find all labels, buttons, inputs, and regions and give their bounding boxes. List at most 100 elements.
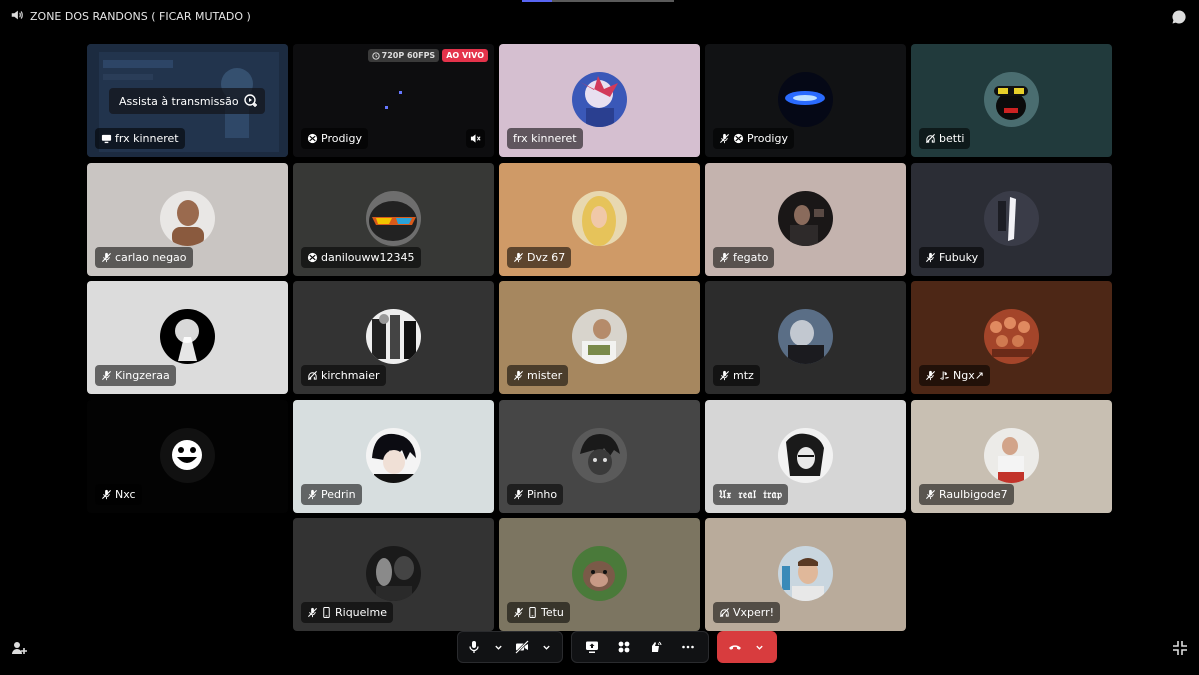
participant-name: kirchmaier	[321, 369, 380, 382]
camera-button[interactable]	[510, 635, 534, 659]
participant-name-tag: Pinho	[507, 484, 564, 505]
participant-tile[interactable]: fegato	[705, 163, 906, 276]
participant-name: carlao negao	[115, 251, 187, 264]
avatar	[984, 309, 1039, 364]
microphone-options-button[interactable]	[486, 635, 510, 659]
muted-mic-icon	[513, 370, 524, 381]
avatar	[984, 191, 1039, 246]
channel-name: ZONE DOS RANDONS ( FICAR MUTADO )	[30, 10, 251, 23]
participant-tile[interactable]: Riquelme	[293, 518, 494, 631]
participant-tile[interactable]: Fubuky	[911, 163, 1112, 276]
participant-name-tag: Raulbigode7	[919, 484, 1014, 505]
muted-mic-icon	[513, 252, 524, 263]
participant-name: Prodigy	[321, 132, 362, 145]
muted-mic-icon	[513, 607, 524, 618]
avatar	[778, 309, 833, 364]
participant-tile[interactable]: Kingzeraa	[87, 281, 288, 394]
more-dots-icon	[682, 645, 694, 649]
deafened-icon	[307, 370, 318, 381]
participant-tile[interactable]: Tetu	[499, 518, 700, 631]
participant-tile[interactable]: carlao negao	[87, 163, 288, 276]
participant-name-tag: Pedrin	[301, 484, 362, 505]
leave-call-button[interactable]	[717, 631, 777, 663]
participant-name: 𝔘𝔵 𝔯𝔢𝔞𝔩 𝔱𝔯𝔞𝔭	[719, 487, 783, 501]
muted-mic-icon	[101, 252, 112, 263]
top-bar: ZONE DOS RANDONS ( FICAR MUTADO )	[0, 0, 1199, 32]
camera-off-icon	[515, 640, 529, 654]
participant-name: mister	[527, 369, 563, 382]
participant-name: Prodigy	[747, 132, 788, 145]
participant-name-tag: Nxc	[95, 484, 142, 505]
participant-name-tag: Fubuky	[919, 247, 985, 268]
participant-name: Vxperr!	[733, 606, 775, 619]
avatar	[366, 546, 421, 601]
participant-tile[interactable]: Vxperr!	[705, 518, 906, 631]
camera-options-button[interactable]	[534, 635, 558, 659]
leave-options-button[interactable]	[747, 635, 771, 659]
watch-stream-button[interactable]: Assista à transmissão	[109, 88, 265, 114]
participant-tile[interactable]: betti	[911, 44, 1112, 157]
participant-name: frx kinneret	[115, 132, 179, 145]
participant-tile[interactable]: mtz	[705, 281, 906, 394]
participant-tile[interactable]: Prodigy	[705, 44, 906, 157]
chevron-down-icon	[755, 645, 763, 650]
microphone-button[interactable]	[462, 635, 486, 659]
participant-tile[interactable]: danilouww12345	[293, 163, 494, 276]
participant-tile[interactable]: Pinho	[499, 400, 700, 513]
participant-name-tag: 𝔘𝔵 𝔯𝔢𝔞𝔩 𝔱𝔯𝔞𝔭	[713, 484, 789, 505]
participant-tile[interactable]: Pedrin	[293, 400, 494, 513]
muted-mic-icon	[101, 489, 112, 500]
participant-tile[interactable]: Raulbigode7	[911, 400, 1112, 513]
stream-tile-prodigy[interactable]: 720P 60FPS AO VIVO Prodigy	[293, 44, 494, 157]
avatar	[572, 546, 627, 601]
participant-name: Dvz 67	[527, 251, 566, 264]
stream-volume-button[interactable]	[466, 129, 485, 148]
xbox-icon	[307, 133, 318, 144]
avatar	[160, 191, 215, 246]
muted-mic-icon	[719, 370, 730, 381]
participant-tile[interactable]: mister	[499, 281, 700, 394]
hang-up-icon	[729, 645, 741, 650]
participant-name-tag: Ngx↗	[919, 365, 990, 386]
participant-name-tag: Kingzeraa	[95, 365, 176, 386]
watch-stream-icon	[243, 93, 259, 109]
exit-fullscreen-icon[interactable]	[1172, 640, 1188, 656]
participant-tile[interactable]: kirchmaier	[293, 281, 494, 394]
participant-name: Kingzeraa	[115, 369, 170, 382]
participant-name: danilouww12345	[321, 251, 415, 264]
screen-share-icon	[586, 641, 598, 653]
playstation-icon	[939, 371, 950, 381]
participant-tile[interactable]: Dvz 67	[499, 163, 700, 276]
soundboard-icon	[652, 641, 662, 652]
avatar	[984, 428, 1039, 483]
disconnect-button[interactable]	[723, 635, 747, 659]
avatar	[778, 72, 833, 127]
speaker-icon	[10, 8, 24, 25]
avatar	[778, 546, 833, 601]
stream-tile-frx-kinneret[interactable]: Assista à transmissão frx kinneret	[87, 44, 288, 157]
muted-mic-icon	[307, 607, 318, 618]
activities-button[interactable]	[608, 635, 640, 659]
avatar	[572, 309, 627, 364]
avatar	[366, 191, 421, 246]
participant-tile[interactable]: frx kinneret	[499, 44, 700, 157]
watch-stream-label: Assista à transmissão	[119, 94, 239, 108]
add-person-icon[interactable]	[11, 640, 27, 656]
more-options-button[interactable]	[672, 635, 704, 659]
muted-mic-icon	[101, 370, 112, 381]
participant-name-tag: Prodigy	[301, 128, 368, 149]
participant-tile[interactable]: Ngx↗	[911, 281, 1112, 394]
speaker-muted-icon	[470, 134, 481, 143]
chat-bubble-icon[interactable]	[1171, 9, 1187, 25]
participant-name: Fubuky	[939, 251, 979, 264]
participant-tile[interactable]: 𝔘𝔵 𝔯𝔢𝔞𝔩 𝔱𝔯𝔞𝔭	[705, 400, 906, 513]
microphone-icon	[469, 641, 479, 653]
participant-tile[interactable]: Nxc	[87, 400, 288, 513]
soundboard-button[interactable]	[640, 635, 672, 659]
share-screen-button[interactable]	[576, 635, 608, 659]
participant-name-tag: mister	[507, 365, 569, 386]
avatar	[572, 72, 627, 127]
participant-name: Pedrin	[321, 488, 356, 501]
muted-mic-icon	[513, 489, 524, 500]
participant-name: Pinho	[527, 488, 558, 501]
